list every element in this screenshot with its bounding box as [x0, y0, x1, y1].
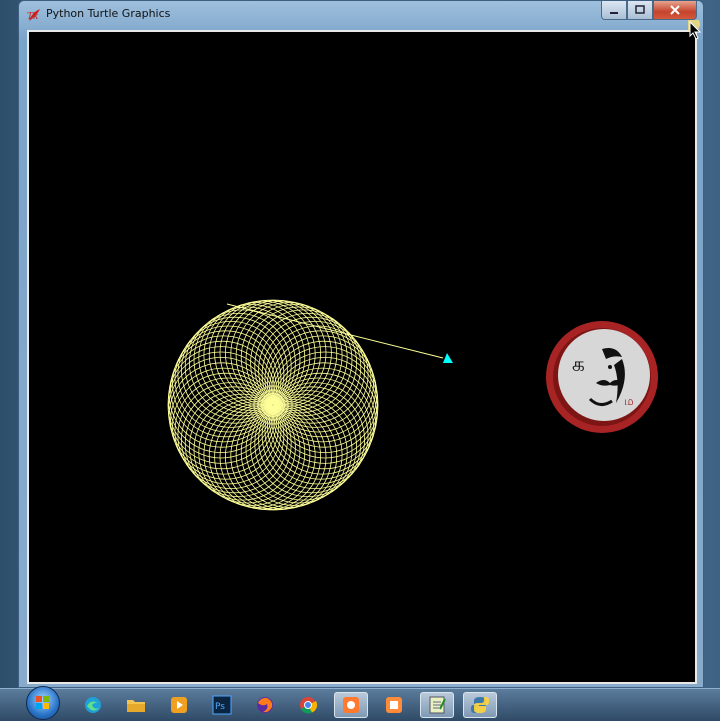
edge-icon	[85, 697, 101, 713]
turtle-window[interactable]: Tk Python Turtle Graphics க ம	[18, 0, 704, 688]
taskbar-explorer[interactable]	[119, 692, 153, 718]
taskbar-photoshop[interactable]: Ps	[205, 692, 239, 718]
window-title: Python Turtle Graphics	[46, 7, 171, 20]
media-player-icon	[171, 697, 187, 713]
turtle-cursor-icon	[443, 353, 453, 363]
start-button[interactable]	[26, 686, 60, 720]
taskbar-media-player[interactable]	[162, 692, 196, 718]
svg-text:ம: ம	[624, 394, 634, 408]
app-orange-icon	[343, 697, 359, 713]
maximize-icon	[635, 5, 645, 14]
taskbar-notepad[interactable]	[420, 692, 454, 718]
turtle-canvas[interactable]: க ம	[27, 30, 697, 684]
minimize-icon	[610, 12, 618, 14]
start-orb-icon	[36, 696, 49, 709]
taskbar: Ps	[0, 686, 720, 721]
tk-feather-icon: Tk	[27, 9, 40, 22]
taskbar-app-orange[interactable]	[334, 692, 368, 718]
taskbar-edge[interactable]	[76, 692, 110, 718]
file-explorer-icon	[127, 700, 145, 712]
close-icon	[670, 5, 680, 15]
mouse-cursor	[688, 20, 702, 40]
title-bar[interactable]: Tk Python Turtle Graphics	[19, 1, 703, 28]
minimize-button[interactable]	[601, 1, 627, 20]
taskbar-app-orange-2[interactable]	[377, 692, 411, 718]
close-button[interactable]	[653, 1, 697, 20]
svg-text:Tk: Tk	[27, 12, 38, 22]
notepad-icon	[429, 696, 446, 714]
channel-logo: க ம	[546, 321, 658, 433]
app-orange2-icon	[386, 697, 402, 713]
svg-text:க: க	[572, 352, 585, 376]
svg-text:Ps: Ps	[215, 702, 225, 712]
photoshop-icon: Ps	[212, 695, 232, 715]
firefox-icon	[257, 697, 273, 713]
taskbar-firefox[interactable]	[248, 692, 282, 718]
taskbar-chrome[interactable]	[291, 692, 325, 718]
python-icon	[471, 697, 489, 713]
taskbar-python[interactable]	[463, 692, 497, 718]
chrome-icon	[300, 697, 318, 714]
maximize-button[interactable]	[627, 1, 653, 20]
